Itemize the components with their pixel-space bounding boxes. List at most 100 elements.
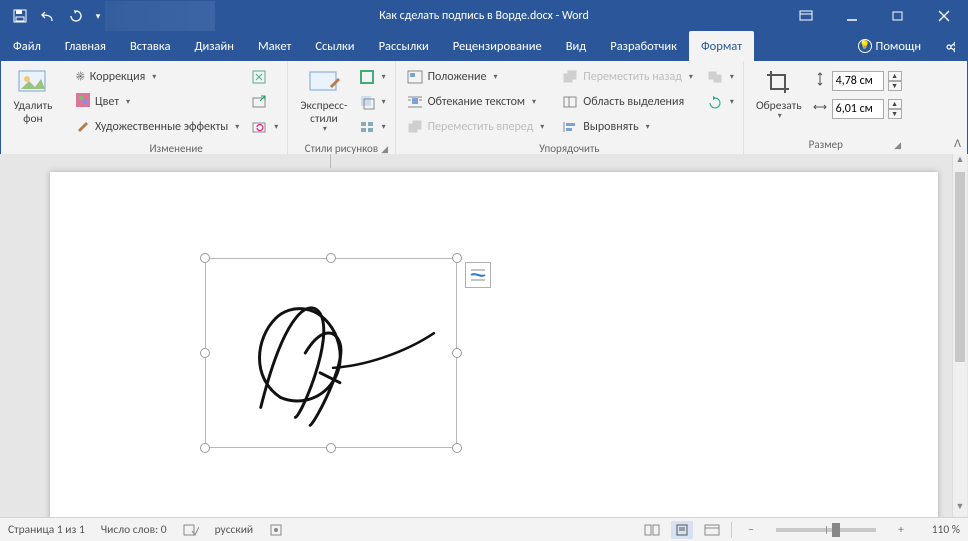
zoom-in-button[interactable]: + [890,521,912,539]
layout-options-button[interactable] [465,262,491,288]
send-backward-button: Переместить назад▾ [557,66,698,88]
compress-pictures-button[interactable] [248,66,281,88]
web-layout-button[interactable] [701,521,723,539]
qat-customize-button[interactable]: ▾ [91,4,105,28]
width-up[interactable]: ▲ [888,99,902,109]
scroll-down-button[interactable]: ▼ [953,501,967,517]
tab-references[interactable]: Ссылки [303,31,366,61]
group-size: Обрезать ▾ ▲▼ ▲▼ Размер◢ [744,61,908,154]
title-bar: ▾ Как сделать подпись в Ворде.docx - Wor… [1,1,967,31]
tab-review[interactable]: Рецензирование [441,31,554,61]
resize-handle-nw[interactable] [200,253,210,263]
resize-handle-se[interactable] [452,443,462,453]
corrections-button[interactable]: ☀ Коррекция▾ [71,66,244,88]
width-input[interactable] [832,99,884,119]
tab-mailings[interactable]: Рассылки [367,31,441,61]
wrap-text-button[interactable]: Обтекание текстом▾ [402,91,550,113]
language-status[interactable]: русский [215,523,254,537]
crop-icon [763,66,795,98]
undo-button[interactable] [35,4,61,28]
vertical-scrollbar[interactable]: ▲ ▼ [952,154,967,517]
tab-insert[interactable]: Вставка [118,31,183,61]
tell-me-button[interactable]: 💡 Помощн [846,31,933,61]
status-bar: Страница 1 из 1 Число слов: 0 русский − … [0,517,968,541]
artistic-label: Художественные эффекты [95,120,228,134]
scroll-thumb[interactable] [955,172,965,362]
scroll-up-button[interactable]: ▲ [953,154,967,170]
account-area[interactable] [105,1,215,31]
zoom-knob[interactable] [832,523,840,537]
bring-forward-button: Переместить вперед▾ [402,116,550,138]
bulb-icon: 💡 [858,39,872,53]
selected-picture[interactable] [205,258,457,448]
forward-label: Переместить вперед [428,120,534,134]
position-label: Положение [428,70,487,84]
brightness-icon: ☀ [76,70,85,84]
macro-button[interactable] [269,523,283,537]
remove-background-button[interactable]: Удалить фон [7,64,59,128]
group-adjust: ☀ Коррекция▾ Цвет▾ Художественные эффект… [65,61,288,154]
read-mode-button[interactable] [641,521,663,539]
width-down[interactable]: ▼ [888,109,902,119]
tab-home[interactable]: Главная [53,31,118,61]
ribbon: Удалить фон ☀ Коррекция▾ Цвет▾ Художеств… [1,61,967,155]
word-count[interactable]: Число слов: 0 [101,523,167,537]
page-status[interactable]: Страница 1 из 1 [8,523,85,537]
width-icon [812,99,828,119]
tab-layout[interactable]: Макет [246,31,303,61]
tab-view[interactable]: Вид [554,31,599,61]
quick-access-toolbar: ▾ [1,4,105,28]
resize-handle-e[interactable] [452,348,462,358]
group-picture-styles: Экспресс- стили ▾ ▾ ▾ ▾ Стили рисунков◢ [288,61,395,154]
maximize-button[interactable] [875,1,921,31]
size-launcher[interactable]: ◢ [892,140,904,152]
height-up[interactable]: ▲ [888,71,902,81]
print-layout-button[interactable] [671,521,693,539]
tab-design[interactable]: Дизайн [182,31,246,61]
share-button[interactable] [933,31,967,61]
window-controls [783,1,967,31]
remove-bg-icon [17,66,49,98]
selection-pane-button[interactable]: Область выделения [557,91,698,113]
express-styles-button[interactable]: Экспресс- стили ▾ [294,64,353,136]
minimize-button[interactable] [829,1,875,31]
align-button[interactable]: Выровнять▾ [557,116,698,138]
tab-file[interactable]: Файл [1,31,53,61]
picture-effects-button[interactable]: ▾ [356,91,389,113]
height-down[interactable]: ▼ [888,81,902,91]
page[interactable]: .rotate{left:272px;} [50,172,938,517]
artistic-effects-button[interactable]: Художественные эффекты▾ [71,116,244,138]
resize-handle-s[interactable] [326,443,336,453]
ribbon-tabs: Файл Главная Вставка Дизайн Макет Ссылки… [1,31,967,61]
resize-handle-n[interactable] [326,253,336,263]
change-picture-button[interactable] [248,91,281,113]
save-button[interactable] [7,4,33,28]
zoom-level[interactable]: 110 % [920,523,960,537]
height-input[interactable] [832,71,884,91]
wrap-label: Обтекание текстом [428,95,525,109]
rotate-button[interactable]: ▾ [704,91,737,113]
reset-picture-button[interactable]: ▾ [248,116,281,138]
tab-format[interactable]: Формат [689,31,754,61]
signature-image [206,259,456,447]
collapse-ribbon-button[interactable]: ᐱ [954,137,961,150]
color-button[interactable]: Цвет▾ [71,91,244,113]
position-button[interactable]: Положение▾ [402,66,550,88]
ribbon-display-button[interactable] [783,1,829,31]
tab-developer[interactable]: Разработчик [598,31,689,61]
resize-handle-ne[interactable] [452,253,462,263]
close-button[interactable] [921,1,967,31]
size-group-label: Размер [809,138,843,151]
zoom-out-button[interactable]: − [740,521,762,539]
spellcheck-button[interactable] [183,523,199,537]
resize-handle-sw[interactable] [200,443,210,453]
help-label: Помощн [876,39,921,54]
picture-layout-button[interactable]: ▾ [356,116,389,138]
zoom-slider[interactable] [776,528,876,532]
picture-border-button[interactable]: ▾ [356,66,389,88]
resize-handle-w[interactable] [200,348,210,358]
crop-button[interactable]: Обрезать ▾ [750,64,808,123]
redo-button[interactable] [63,4,89,28]
brush-icon [76,118,90,136]
group-arrange: Положение▾ Обтекание текстом▾ Переместит… [396,61,744,154]
